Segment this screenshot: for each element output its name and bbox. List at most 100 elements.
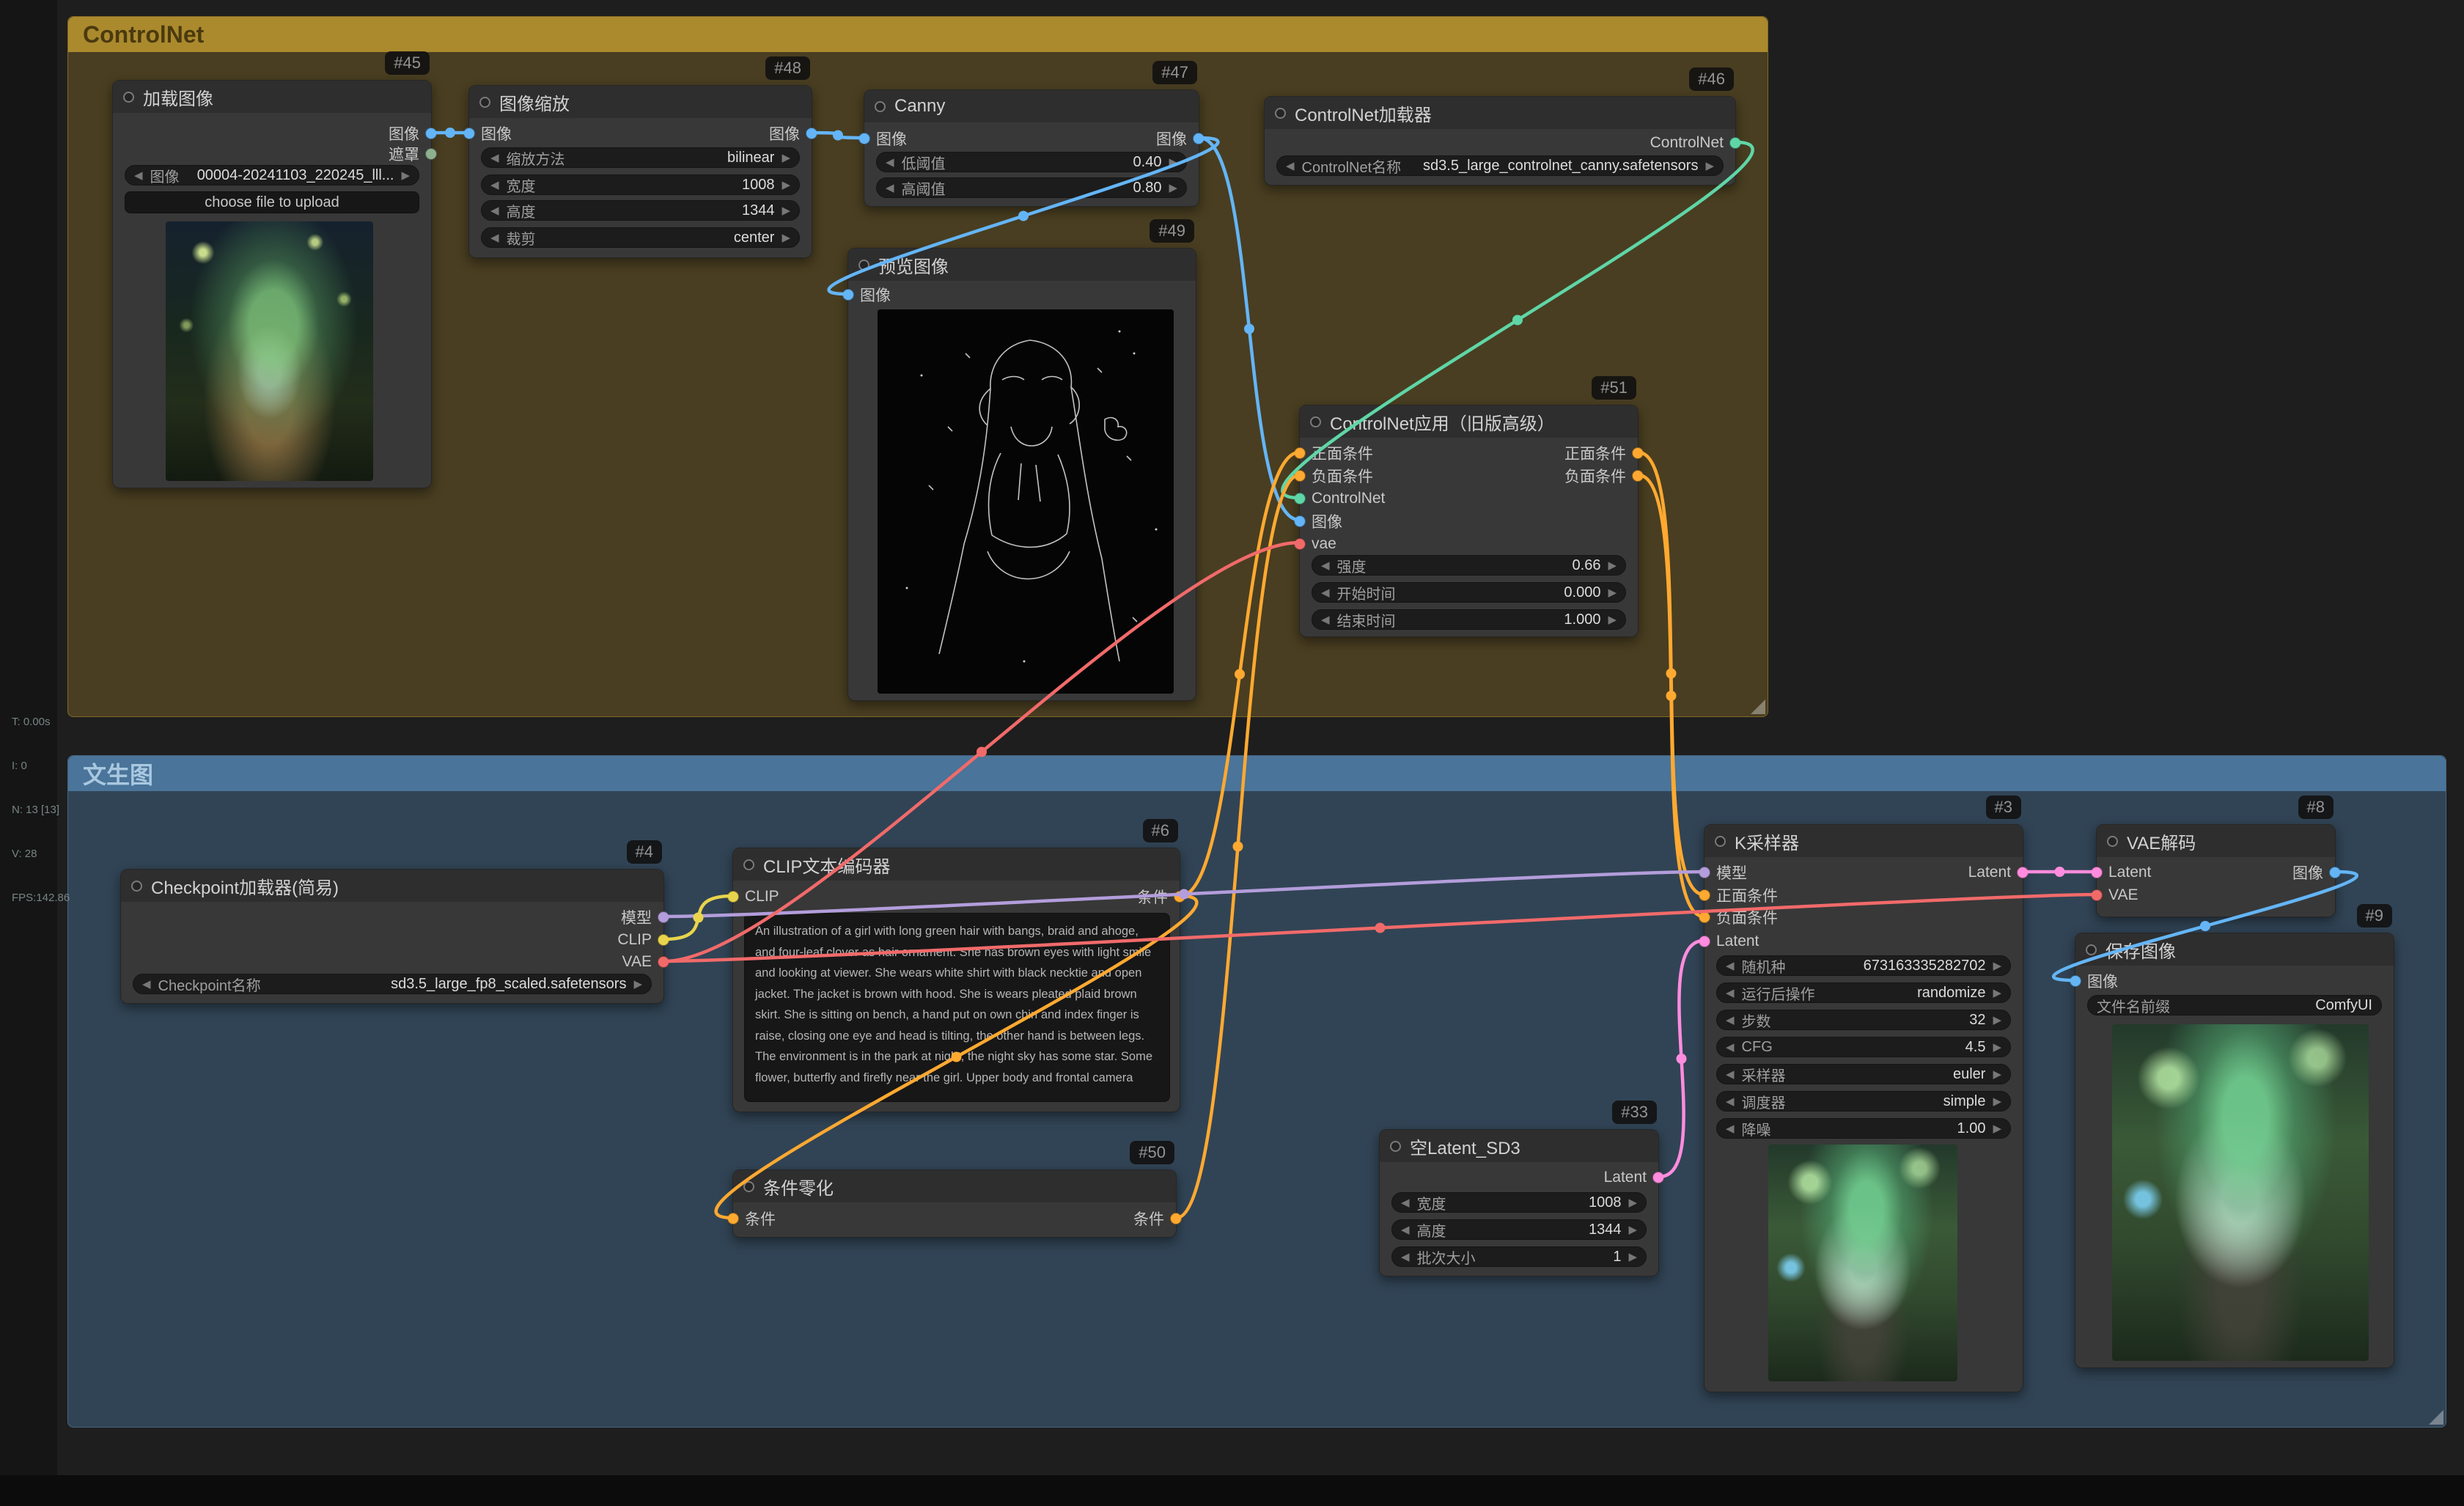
- input-dot-image[interactable]: [1294, 515, 1306, 527]
- group-resize-handle[interactable]: [1751, 699, 1765, 714]
- next-arrow-icon[interactable]: ▶: [1628, 1223, 1637, 1236]
- widget-cfg[interactable]: ◀ CFG 4.5 ▶: [1716, 1037, 2011, 1057]
- prev-arrow-icon[interactable]: ◀: [1726, 959, 1735, 972]
- collapse-toggle-icon[interactable]: [743, 1181, 754, 1192]
- output-dot-negative[interactable]: [1632, 470, 1644, 482]
- next-arrow-icon[interactable]: ▶: [401, 169, 410, 182]
- widget-high-threshold[interactable]: ◀ 高阈值 0.80 ▶: [876, 177, 1187, 198]
- output-dot-conditioning[interactable]: [1170, 1213, 1182, 1224]
- prev-arrow-icon[interactable]: ◀: [490, 178, 499, 191]
- node-title-bar[interactable]: Checkpoint加载器(简易): [121, 870, 663, 902]
- collapse-toggle-icon[interactable]: [131, 881, 142, 892]
- widget-end-percent[interactable]: ◀ 结束时间 1.000 ▶: [1312, 609, 1626, 630]
- prev-arrow-icon[interactable]: ◀: [1401, 1223, 1410, 1236]
- choose-file-button[interactable]: choose file to upload: [125, 191, 419, 213]
- widget-width[interactable]: ◀ 宽度 1008 ▶: [1391, 1192, 1647, 1213]
- prev-arrow-icon[interactable]: ◀: [490, 151, 499, 164]
- output-dot-image[interactable]: [425, 128, 437, 139]
- collapse-toggle-icon[interactable]: [858, 260, 869, 271]
- next-arrow-icon[interactable]: ▶: [1608, 559, 1617, 572]
- widget-seed[interactable]: ◀ 随机种 673163335282702 ▶: [1716, 955, 2011, 976]
- collapse-toggle-icon[interactable]: [2107, 836, 2118, 847]
- next-arrow-icon[interactable]: ▶: [1608, 613, 1617, 626]
- input-dot-vae[interactable]: [2091, 889, 2103, 901]
- widget-steps[interactable]: ◀ 步数 32 ▶: [1716, 1010, 2011, 1030]
- input-dot-positive[interactable]: [1699, 889, 1710, 901]
- next-arrow-icon[interactable]: ▶: [782, 178, 790, 191]
- node-title-bar[interactable]: CLIP文本编码器: [733, 848, 1180, 881]
- input-dot-image[interactable]: [842, 289, 854, 301]
- prev-arrow-icon[interactable]: ◀: [1401, 1196, 1410, 1209]
- node-apply-controlnet[interactable]: #51 ControlNet应用（旧版高级） 正面条件 负面条件 Control…: [1299, 405, 1639, 637]
- prev-arrow-icon[interactable]: ◀: [1321, 586, 1330, 599]
- node-title-bar[interactable]: ControlNet加载器: [1265, 97, 1735, 129]
- group-txt2img-title-bar[interactable]: 文生图: [68, 756, 2446, 791]
- prev-arrow-icon[interactable]: ◀: [886, 155, 894, 169]
- widget-upscale-method[interactable]: ◀ 缩放方法 bilinear ▶: [481, 147, 800, 168]
- input-dot-latent[interactable]: [2091, 867, 2103, 878]
- node-title-bar[interactable]: VAE解码: [2097, 825, 2335, 857]
- prev-arrow-icon[interactable]: ◀: [886, 181, 894, 194]
- collapse-toggle-icon[interactable]: [1715, 836, 1726, 847]
- node-title-bar[interactable]: K采样器: [1704, 825, 2023, 857]
- prev-arrow-icon[interactable]: ◀: [1726, 1040, 1735, 1054]
- output-dot-controlnet[interactable]: [1729, 137, 1741, 149]
- input-dot-clip[interactable]: [727, 891, 739, 903]
- prev-arrow-icon[interactable]: ◀: [1286, 159, 1295, 172]
- prev-arrow-icon[interactable]: ◀: [1726, 1122, 1735, 1135]
- output-dot-image[interactable]: [1193, 133, 1205, 144]
- input-dot-image[interactable]: [858, 133, 870, 144]
- prev-arrow-icon[interactable]: ◀: [1726, 1095, 1735, 1108]
- output-dot-vae[interactable]: [658, 956, 669, 968]
- input-dot-model[interactable]: [1699, 867, 1710, 878]
- widget-checkpoint-name[interactable]: ◀ Checkpoint名称 sd3.5_large_fp8_scaled.sa…: [133, 974, 652, 994]
- input-dot-negative[interactable]: [1294, 470, 1306, 482]
- widget-start-percent[interactable]: ◀ 开始时间 0.000 ▶: [1312, 582, 1626, 603]
- next-arrow-icon[interactable]: ▶: [1705, 159, 1714, 172]
- node-empty-latent-sd3[interactable]: #33 空Latent_SD3 Latent ◀ 宽度 1008 ▶ ◀ 高度 …: [1379, 1129, 1659, 1277]
- widget-width[interactable]: ◀ 宽度 1008 ▶: [481, 175, 800, 195]
- widget-low-threshold[interactable]: ◀ 低阈值 0.40 ▶: [876, 152, 1187, 172]
- next-arrow-icon[interactable]: ▶: [1169, 155, 1177, 169]
- input-dot-latent[interactable]: [1699, 936, 1710, 947]
- node-title-bar[interactable]: 保存图像: [2075, 933, 2394, 966]
- widget-scheduler[interactable]: ◀ 调度器 simple ▶: [1716, 1091, 2011, 1112]
- next-arrow-icon[interactable]: ▶: [782, 204, 790, 217]
- input-dot-controlnet[interactable]: [1294, 493, 1306, 504]
- output-dot-model[interactable]: [658, 911, 669, 923]
- next-arrow-icon[interactable]: ▶: [633, 977, 642, 991]
- collapse-toggle-icon[interactable]: [1310, 416, 1321, 427]
- node-image-scale[interactable]: #48 图像缩放 图像 图像 ◀ 缩放方法 bilinear ▶ ◀ 宽度 10…: [468, 85, 812, 258]
- next-arrow-icon[interactable]: ▶: [1628, 1250, 1637, 1263]
- next-arrow-icon[interactable]: ▶: [1608, 586, 1617, 599]
- output-dot-mask[interactable]: [425, 148, 437, 160]
- prev-arrow-icon[interactable]: ◀: [1321, 613, 1330, 626]
- next-arrow-icon[interactable]: ▶: [1993, 1013, 2001, 1026]
- prev-arrow-icon[interactable]: ◀: [1726, 1013, 1735, 1026]
- node-save-image[interactable]: #9 保存图像 图像 文件名前缀 ComfyUI: [2075, 933, 2394, 1368]
- prev-arrow-icon[interactable]: ◀: [142, 977, 151, 991]
- output-dot-latent[interactable]: [2017, 867, 2029, 878]
- node-title-bar[interactable]: 空Latent_SD3: [1380, 1130, 1658, 1162]
- prev-arrow-icon[interactable]: ◀: [1321, 559, 1330, 572]
- collapse-toggle-icon[interactable]: [875, 101, 886, 112]
- collapse-toggle-icon[interactable]: [743, 859, 754, 870]
- node-load-image[interactable]: #45 加载图像 图像 遮罩 ◀ 图像 00004-20241103_22024…: [112, 80, 432, 488]
- widget-height[interactable]: ◀ 高度 1344 ▶: [1391, 1219, 1647, 1240]
- widget-crop[interactable]: ◀ 裁剪 center ▶: [481, 227, 800, 248]
- node-clip-text-encode[interactable]: #6 CLIP文本编码器 CLIP 条件 An illustration of …: [732, 848, 1180, 1112]
- widget-filename-prefix[interactable]: 文件名前缀 ComfyUI: [2087, 995, 2382, 1015]
- node-canny[interactable]: #47 Canny 图像 图像 ◀ 低阈值 0.40 ▶ ◀ 高阈值 0.80 …: [864, 89, 1199, 207]
- widget-image-filename[interactable]: ◀ 图像 00004-20241103_220245_lll... ▶: [125, 165, 419, 186]
- output-dot-image[interactable]: [2329, 867, 2341, 878]
- node-conditioning-zero-out[interactable]: #50 条件零化 条件 条件: [732, 1169, 1177, 1238]
- node-checkpoint-loader[interactable]: #4 Checkpoint加载器(简易) 模型 CLIP VAE ◀ Check…: [120, 869, 664, 1004]
- widget-batch-size[interactable]: ◀ 批次大小 1 ▶: [1391, 1246, 1647, 1267]
- node-controlnet-loader[interactable]: #46 ControlNet加载器 ControlNet ◀ ControlNe…: [1264, 96, 1736, 186]
- collapse-toggle-icon[interactable]: [123, 92, 134, 103]
- input-dot-image[interactable]: [2070, 975, 2081, 987]
- next-arrow-icon[interactable]: ▶: [1628, 1196, 1637, 1209]
- next-arrow-icon[interactable]: ▶: [1993, 1068, 2001, 1081]
- output-dot-clip[interactable]: [658, 934, 669, 946]
- input-dot-conditioning[interactable]: [727, 1213, 739, 1224]
